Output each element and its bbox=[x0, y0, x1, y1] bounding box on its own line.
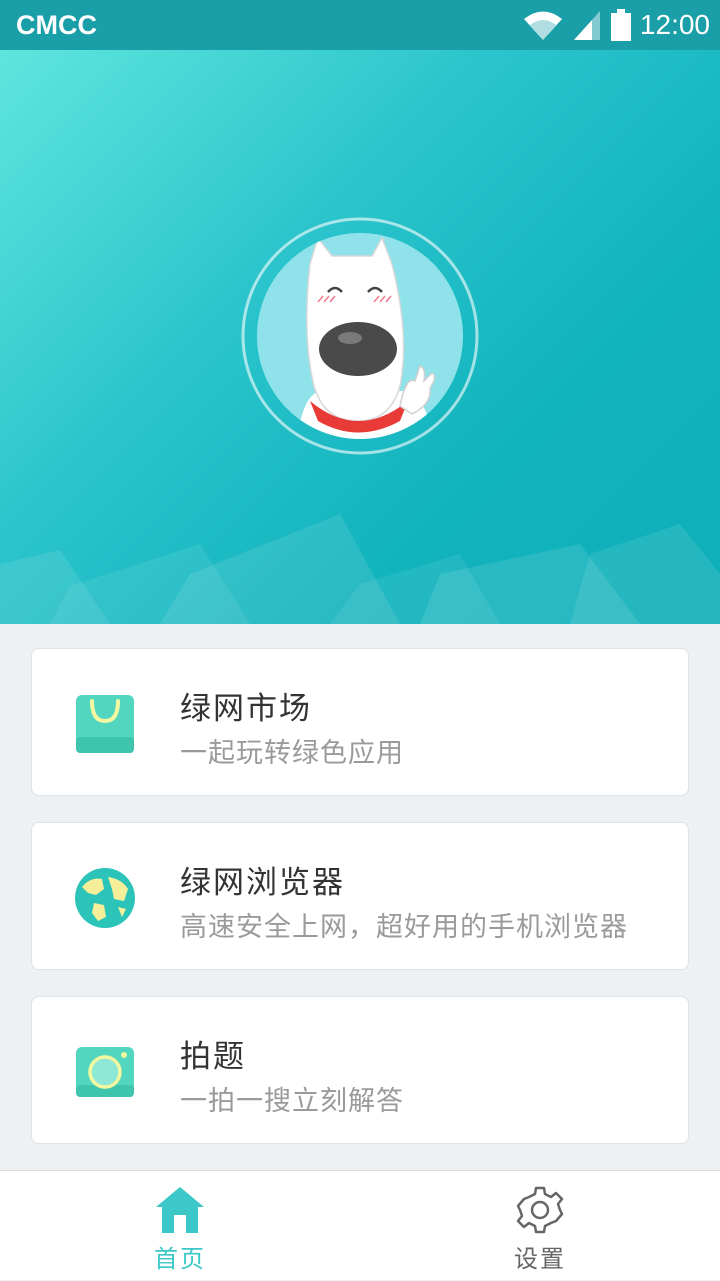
mascot-dog-avatar bbox=[241, 217, 479, 455]
tab-home[interactable]: 首页 bbox=[110, 1171, 250, 1281]
card-subtitle: 一拍一搜立刻解答 bbox=[180, 1086, 404, 1117]
tab-label: 设置 bbox=[514, 1245, 566, 1273]
card-photo-question[interactable]: 拍题 一拍一搜立刻解答 bbox=[31, 996, 689, 1144]
gear-icon bbox=[516, 1186, 564, 1234]
tab-settings[interactable]: 设置 bbox=[470, 1171, 610, 1281]
clock: 12:00 bbox=[639, 9, 710, 40]
card-title: 绿网浏览器 bbox=[180, 865, 345, 901]
card-title: 拍题 bbox=[180, 1039, 246, 1075]
home-icon bbox=[156, 1187, 204, 1233]
globe-icon bbox=[75, 868, 135, 928]
card-green-browser[interactable]: 绿网浏览器 高速安全上网，超好用的手机浏览器 bbox=[31, 822, 689, 970]
card-title: 绿网市场 bbox=[180, 691, 312, 727]
tab-label: 首页 bbox=[154, 1245, 206, 1273]
signal-icon bbox=[573, 11, 600, 40]
shopping-bag-icon bbox=[76, 695, 134, 753]
carrier-label: CMCC bbox=[16, 10, 97, 40]
bottom-nav: 首页 设置 bbox=[0, 1170, 720, 1280]
card-subtitle: 高速安全上网，超好用的手机浏览器 bbox=[180, 912, 628, 943]
hero-banner bbox=[0, 50, 720, 624]
card-green-market[interactable]: 绿网市场 一起玩转绿色应用 bbox=[31, 648, 689, 796]
status-icons: 12:00 bbox=[522, 6, 710, 44]
wifi-icon bbox=[523, 11, 562, 40]
camera-icon bbox=[76, 1047, 134, 1097]
card-subtitle: 一起玩转绿色应用 bbox=[180, 738, 404, 769]
status-bar: CMCC 12:00 bbox=[0, 0, 720, 50]
decorative-shapes bbox=[0, 514, 720, 624]
battery-icon bbox=[610, 9, 631, 41]
